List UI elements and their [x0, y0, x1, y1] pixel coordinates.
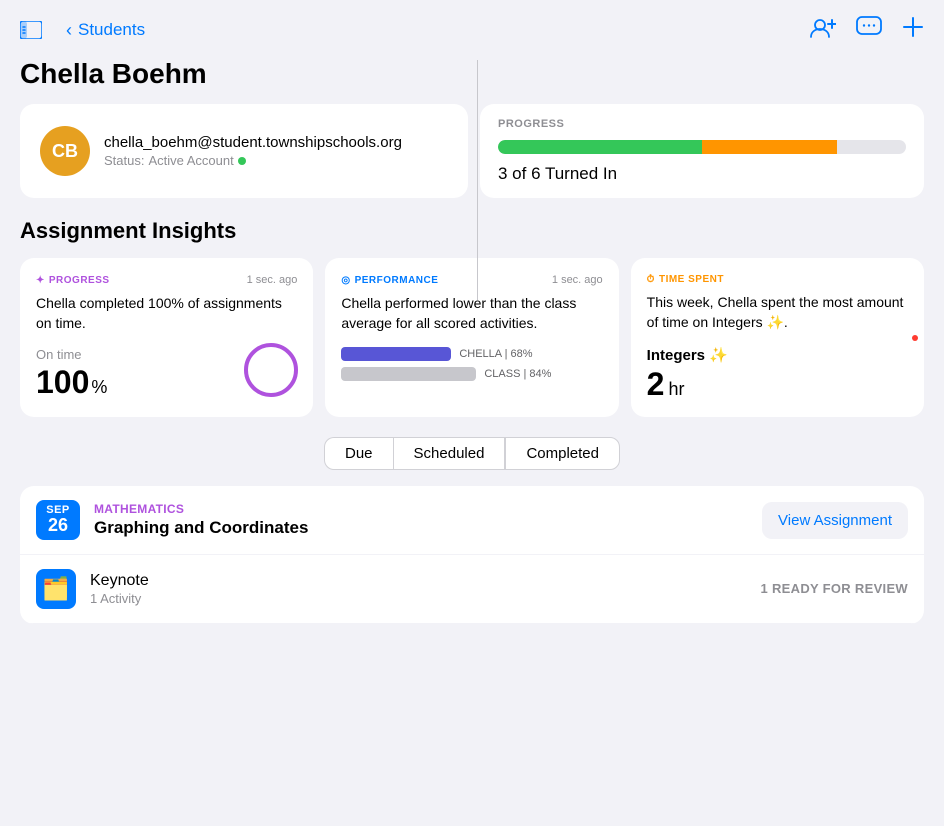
tab-due[interactable]: Due: [324, 437, 393, 470]
insight-body-time: This week, Chella spent the most amount …: [647, 293, 908, 332]
add-student-icon[interactable]: [810, 16, 836, 44]
progress-bar-green: [498, 140, 702, 154]
performance-bars: CHELLA | 68% CLASS | 84%: [341, 347, 602, 381]
keynote-icon: 🗂️: [42, 576, 69, 602]
class-bar-row: CLASS | 84%: [341, 367, 602, 381]
insight-card-time: ⏱ TIME SPENT This week, Chella spent the…: [631, 258, 924, 417]
chella-bar-label: CHELLA | 68%: [459, 348, 532, 360]
time-tag-icon: ⏱: [647, 274, 655, 285]
profile-card: CB chella_boehm@student.townshipschools.…: [20, 104, 468, 198]
time-bar-side: [912, 335, 918, 341]
insights-section-title: Assignment Insights: [0, 218, 944, 258]
chella-bar-row: CHELLA | 68%: [341, 347, 602, 361]
message-icon[interactable]: [856, 16, 882, 44]
insight-time-progress: 1 sec. ago: [247, 274, 298, 286]
time-topic: Integers ✨: [647, 346, 908, 364]
insight-card-progress: ✦ PROGRESS 1 sec. ago Chella completed 1…: [20, 258, 313, 417]
progress-label: PROGRESS: [498, 118, 906, 130]
activity-status: 1 READY FOR REVIEW: [761, 581, 908, 596]
filter-tabs: Due Scheduled Completed: [0, 437, 944, 470]
insight-tag-progress: ✦ PROGRESS: [36, 275, 110, 286]
status-value: Active Account: [148, 153, 233, 168]
sidebar-toggle-button[interactable]: [20, 19, 50, 41]
insight-tag-performance: ◎ PERFORMANCE: [341, 275, 438, 286]
insight-body-progress: Chella completed 100% of assignments on …: [36, 294, 297, 333]
class-bar: [341, 367, 476, 381]
insight-time-performance: 1 sec. ago: [552, 274, 603, 286]
chella-bar: [341, 347, 451, 361]
progress-tag-icon: ✦: [36, 275, 45, 286]
progress-bar-orange: [702, 140, 837, 154]
insight-body-performance: Chella performed lower than the class av…: [341, 294, 602, 333]
progress-card: PROGRESS 3 of 6 Turned In: [480, 104, 924, 198]
progress-turned-in: 3 of 6 Turned In: [498, 164, 906, 184]
time-unit: hr: [668, 379, 684, 400]
activity-count: 1 Activity: [90, 591, 761, 606]
insight-stat-value-progress: 100: [36, 364, 89, 401]
back-button[interactable]: ‹ Students: [66, 20, 145, 41]
assignment-subject: MATHEMATICS: [94, 502, 762, 516]
status-label: Status:: [104, 153, 144, 168]
activity-name: Keynote: [90, 572, 761, 590]
tab-scheduled[interactable]: Scheduled: [393, 437, 506, 470]
chevron-left-icon: ‹: [66, 20, 72, 41]
view-assignment-button[interactable]: View Assignment: [762, 502, 908, 539]
sidebar-icon: [20, 21, 50, 39]
profile-progress-row: CB chella_boehm@student.townshipschools.…: [0, 104, 944, 198]
insight-tag-time: ⏱ TIME SPENT: [647, 274, 724, 285]
tab-completed[interactable]: Completed: [505, 437, 620, 470]
assignment-name: Graphing and Coordinates: [94, 518, 762, 538]
assignment-date-badge: SEP 26: [36, 500, 80, 540]
assignment-section: SEP 26 MATHEMATICS Graphing and Coordina…: [20, 486, 924, 624]
insights-row: ✦ PROGRESS 1 sec. ago Chella completed 1…: [0, 258, 944, 417]
profile-email: chella_boehm@student.townshipschools.org: [104, 134, 402, 151]
assignment-day: 26: [48, 516, 68, 536]
top-bar: ‹ Students: [0, 0, 944, 54]
insight-card-performance: ◎ PERFORMANCE 1 sec. ago Chella performe…: [325, 258, 618, 417]
assignment-header: SEP 26 MATHEMATICS Graphing and Coordina…: [20, 486, 924, 555]
progress-bar: [498, 140, 906, 154]
progress-circle-container: [241, 340, 301, 405]
back-label: Students: [78, 20, 145, 40]
performance-tag-icon: ◎: [341, 275, 350, 286]
add-icon[interactable]: [902, 16, 924, 44]
status-dot-icon: [238, 157, 246, 165]
activity-icon: 🗂️: [36, 569, 76, 609]
insight-stat-unit-progress: %: [91, 377, 107, 398]
vertical-divider: [477, 60, 478, 300]
student-name: Chella Boehm: [0, 54, 944, 104]
class-bar-label: CLASS | 84%: [484, 368, 551, 380]
avatar: CB: [40, 126, 90, 176]
activity-row: 🗂️ Keynote 1 Activity 1 READY FOR REVIEW: [20, 555, 924, 624]
profile-status: Status: Active Account: [104, 153, 402, 168]
time-value: 2 hr: [647, 366, 908, 403]
